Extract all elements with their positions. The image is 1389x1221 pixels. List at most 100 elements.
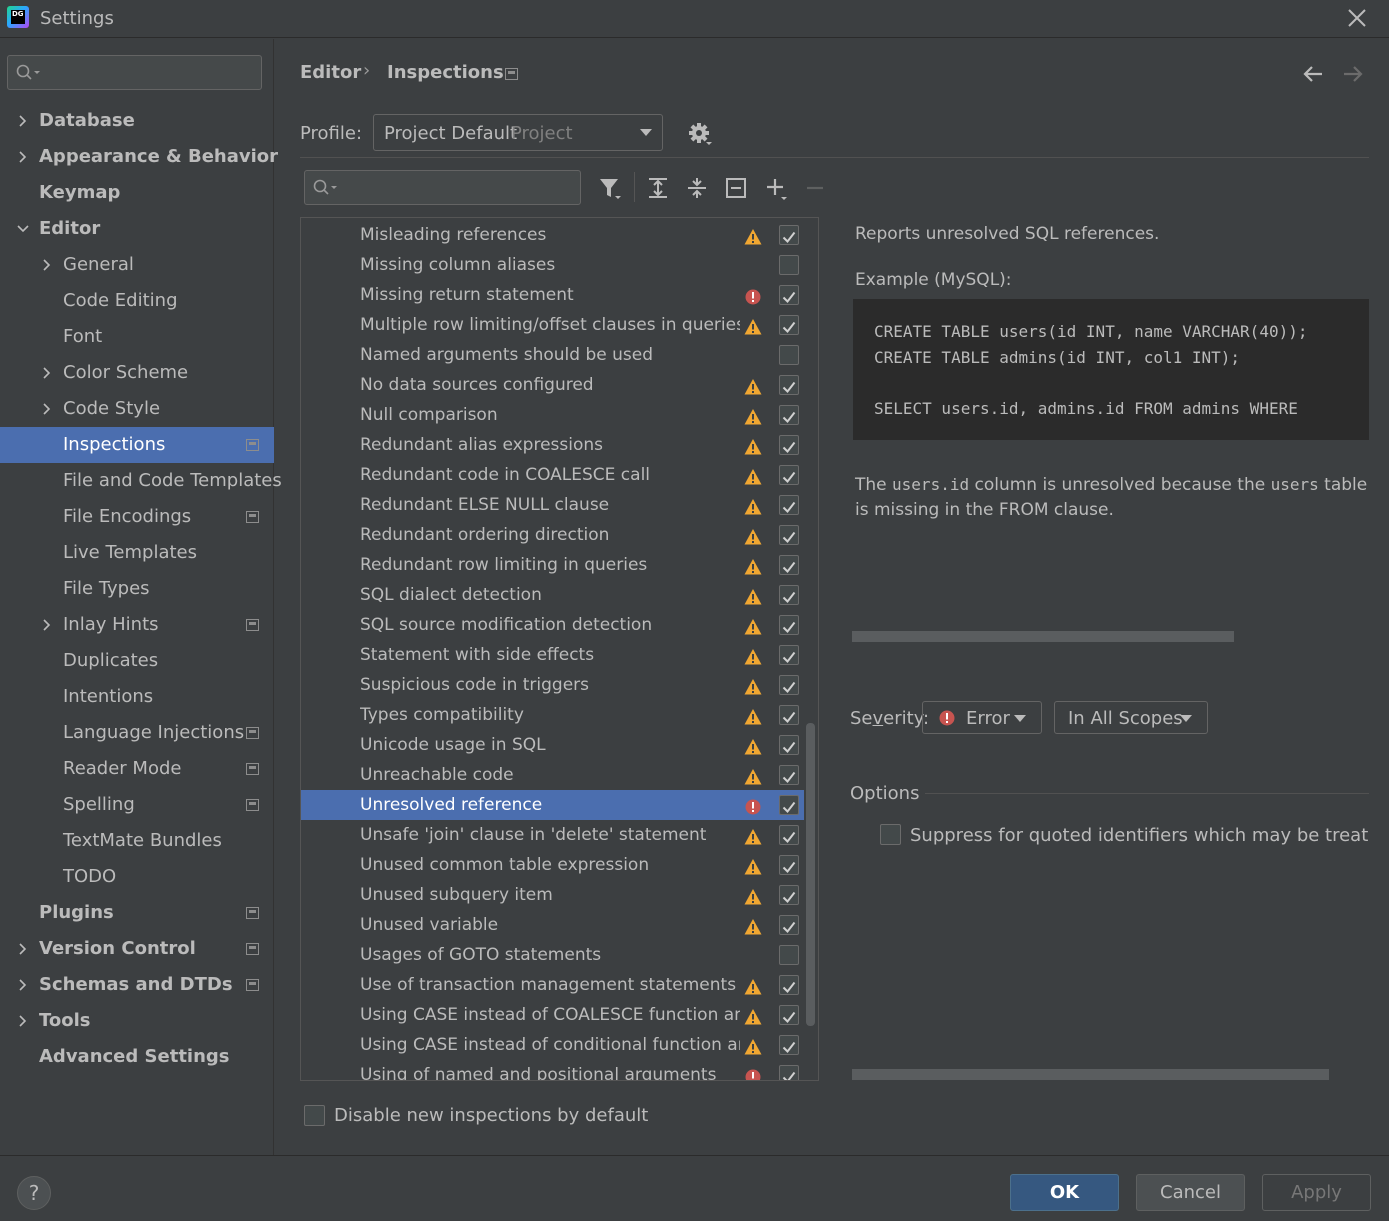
description-scrollbar[interactable] — [852, 631, 1234, 642]
inspection-enabled-checkbox[interactable] — [779, 525, 799, 545]
reset-to-default-icon[interactable] — [724, 176, 748, 200]
sidebar-item-database[interactable]: Database — [0, 103, 274, 139]
inspection-enabled-checkbox[interactable] — [779, 975, 799, 995]
inspection-row[interactable]: Unicode usage in SQL — [301, 730, 804, 760]
suppress-quoted-identifiers-checkbox[interactable] — [880, 824, 901, 845]
inspection-row[interactable]: Unresolved reference — [301, 790, 804, 820]
severity-dropdown[interactable]: Error — [922, 701, 1042, 734]
sidebar-item-spelling[interactable]: Spelling — [0, 787, 274, 823]
inspection-enabled-checkbox[interactable] — [779, 1005, 799, 1025]
inspection-enabled-checkbox[interactable] — [779, 495, 799, 515]
disable-new-inspections-checkbox[interactable] — [304, 1105, 325, 1126]
apply-button[interactable]: Apply — [1262, 1174, 1371, 1211]
sidebar-item-code-style[interactable]: Code Style — [0, 391, 274, 427]
inspection-row[interactable]: Misleading references — [301, 220, 804, 250]
inspection-enabled-checkbox[interactable] — [779, 585, 799, 605]
inspection-enabled-checkbox[interactable] — [779, 435, 799, 455]
remove-icon[interactable] — [804, 176, 828, 200]
sidebar-item-plugins[interactable]: Plugins — [0, 895, 274, 931]
inspection-row[interactable]: Redundant row limiting in queries — [301, 550, 804, 580]
inspection-search-input[interactable] — [304, 170, 581, 205]
sidebar-item-file-and-code-templates[interactable]: File and Code Templates — [0, 463, 282, 499]
ok-button[interactable]: OK — [1010, 1174, 1119, 1211]
inspection-enabled-checkbox[interactable] — [779, 285, 799, 305]
add-icon[interactable] — [764, 176, 788, 200]
inspection-row[interactable]: Unsafe 'join' clause in 'delete' stateme… — [301, 820, 804, 850]
sidebar-item-advanced-settings[interactable]: Advanced Settings — [0, 1039, 274, 1075]
sidebar-item-live-templates[interactable]: Live Templates — [0, 535, 274, 571]
inspection-enabled-checkbox[interactable] — [779, 345, 799, 365]
profile-dropdown[interactable]: Project Default Project — [373, 114, 663, 151]
inspection-row[interactable]: SQL source modification detection — [301, 610, 804, 640]
inspection-row[interactable]: No data sources configured — [301, 370, 804, 400]
inspection-row[interactable]: Suspicious code in triggers — [301, 670, 804, 700]
inspection-enabled-checkbox[interactable] — [779, 885, 799, 905]
inspection-row[interactable]: Usages of GOTO statements — [301, 940, 804, 970]
inspection-row[interactable]: Null comparison — [301, 400, 804, 430]
chevron-right-icon[interactable] — [16, 150, 30, 164]
sidebar-item-file-encodings[interactable]: File Encodings — [0, 499, 274, 535]
inspection-enabled-checkbox[interactable] — [779, 735, 799, 755]
list-scrollbar[interactable] — [806, 723, 815, 1026]
sidebar-item-language-injections[interactable]: Language Injections — [0, 715, 274, 751]
inspection-row[interactable]: Missing return statement — [301, 280, 804, 310]
options-scrollbar[interactable] — [852, 1069, 1329, 1080]
inspection-enabled-checkbox[interactable] — [779, 465, 799, 485]
inspection-enabled-checkbox[interactable] — [779, 825, 799, 845]
inspection-row[interactable]: Unused variable — [301, 910, 804, 940]
chevron-right-icon[interactable] — [16, 978, 30, 992]
inspection-row[interactable]: Types compatibility — [301, 700, 804, 730]
inspection-enabled-checkbox[interactable] — [779, 1035, 799, 1055]
sidebar-item-general[interactable]: General — [0, 247, 274, 283]
inspection-enabled-checkbox[interactable] — [779, 555, 799, 575]
inspection-row[interactable]: Using CASE instead of COALESCE function … — [301, 1000, 804, 1030]
gear-icon[interactable] — [688, 122, 712, 146]
sidebar-item-inspections[interactable]: Inspections — [0, 427, 274, 463]
inspection-enabled-checkbox[interactable] — [779, 945, 799, 965]
sidebar-item-schemas-and-dtds[interactable]: Schemas and DTDs — [0, 967, 274, 1003]
sidebar-item-duplicates[interactable]: Duplicates — [0, 643, 274, 679]
sidebar-item-version-control[interactable]: Version Control — [0, 931, 274, 967]
filter-icon[interactable] — [598, 176, 622, 200]
inspection-row[interactable]: Multiple row limiting/offset clauses in … — [301, 310, 804, 340]
inspection-row[interactable]: Using CASE instead of conditional functi… — [301, 1030, 804, 1060]
inspection-row[interactable]: Unused common table expression — [301, 850, 804, 880]
inspection-enabled-checkbox[interactable] — [779, 855, 799, 875]
inspection-row[interactable]: Redundant ELSE NULL clause — [301, 490, 804, 520]
inspection-row[interactable]: Use of transaction management statements… — [301, 970, 804, 1000]
inspection-enabled-checkbox[interactable] — [779, 765, 799, 785]
inspection-enabled-checkbox[interactable] — [779, 645, 799, 665]
collapse-all-icon[interactable] — [685, 176, 709, 200]
sidebar-item-inlay-hints[interactable]: Inlay Hints — [0, 607, 274, 643]
sidebar-item-intentions[interactable]: Intentions — [0, 679, 274, 715]
chevron-right-icon[interactable] — [40, 402, 54, 416]
expand-all-icon[interactable] — [646, 176, 670, 200]
inspection-row[interactable]: Using of named and positional arguments — [301, 1060, 804, 1080]
breadcrumb-editor[interactable]: Editor — [300, 62, 361, 83]
chevron-right-icon[interactable] — [40, 366, 54, 380]
chevron-right-icon[interactable] — [40, 618, 54, 632]
sidebar-search-input[interactable] — [7, 55, 262, 90]
sidebar-item-appearance-behavior[interactable]: Appearance & Behavior — [0, 139, 278, 175]
chevron-right-icon[interactable] — [16, 114, 30, 128]
sidebar-item-file-types[interactable]: File Types — [0, 571, 274, 607]
inspection-enabled-checkbox[interactable] — [779, 615, 799, 635]
sidebar-item-keymap[interactable]: Keymap — [0, 175, 274, 211]
close-icon[interactable] — [1345, 6, 1369, 30]
chevron-down-icon[interactable] — [16, 222, 30, 236]
sidebar-item-color-scheme[interactable]: Color Scheme — [0, 355, 274, 391]
inspection-enabled-checkbox[interactable] — [779, 915, 799, 935]
inspection-row[interactable]: Named arguments should be used — [301, 340, 804, 370]
help-button[interactable]: ? — [17, 1176, 51, 1210]
inspection-enabled-checkbox[interactable] — [779, 705, 799, 725]
inspection-row[interactable]: Redundant alias expressions — [301, 430, 804, 460]
scope-dropdown[interactable]: In All Scopes — [1054, 701, 1208, 734]
sidebar-item-code-editing[interactable]: Code Editing — [0, 283, 274, 319]
cancel-button[interactable]: Cancel — [1136, 1174, 1245, 1211]
sidebar-item-reader-mode[interactable]: Reader Mode — [0, 751, 274, 787]
inspection-enabled-checkbox[interactable] — [779, 315, 799, 335]
inspection-row[interactable]: Missing column aliases — [301, 250, 804, 280]
chevron-right-icon[interactable] — [16, 1014, 30, 1028]
sidebar-item-tools[interactable]: Tools — [0, 1003, 274, 1039]
inspection-enabled-checkbox[interactable] — [779, 225, 799, 245]
